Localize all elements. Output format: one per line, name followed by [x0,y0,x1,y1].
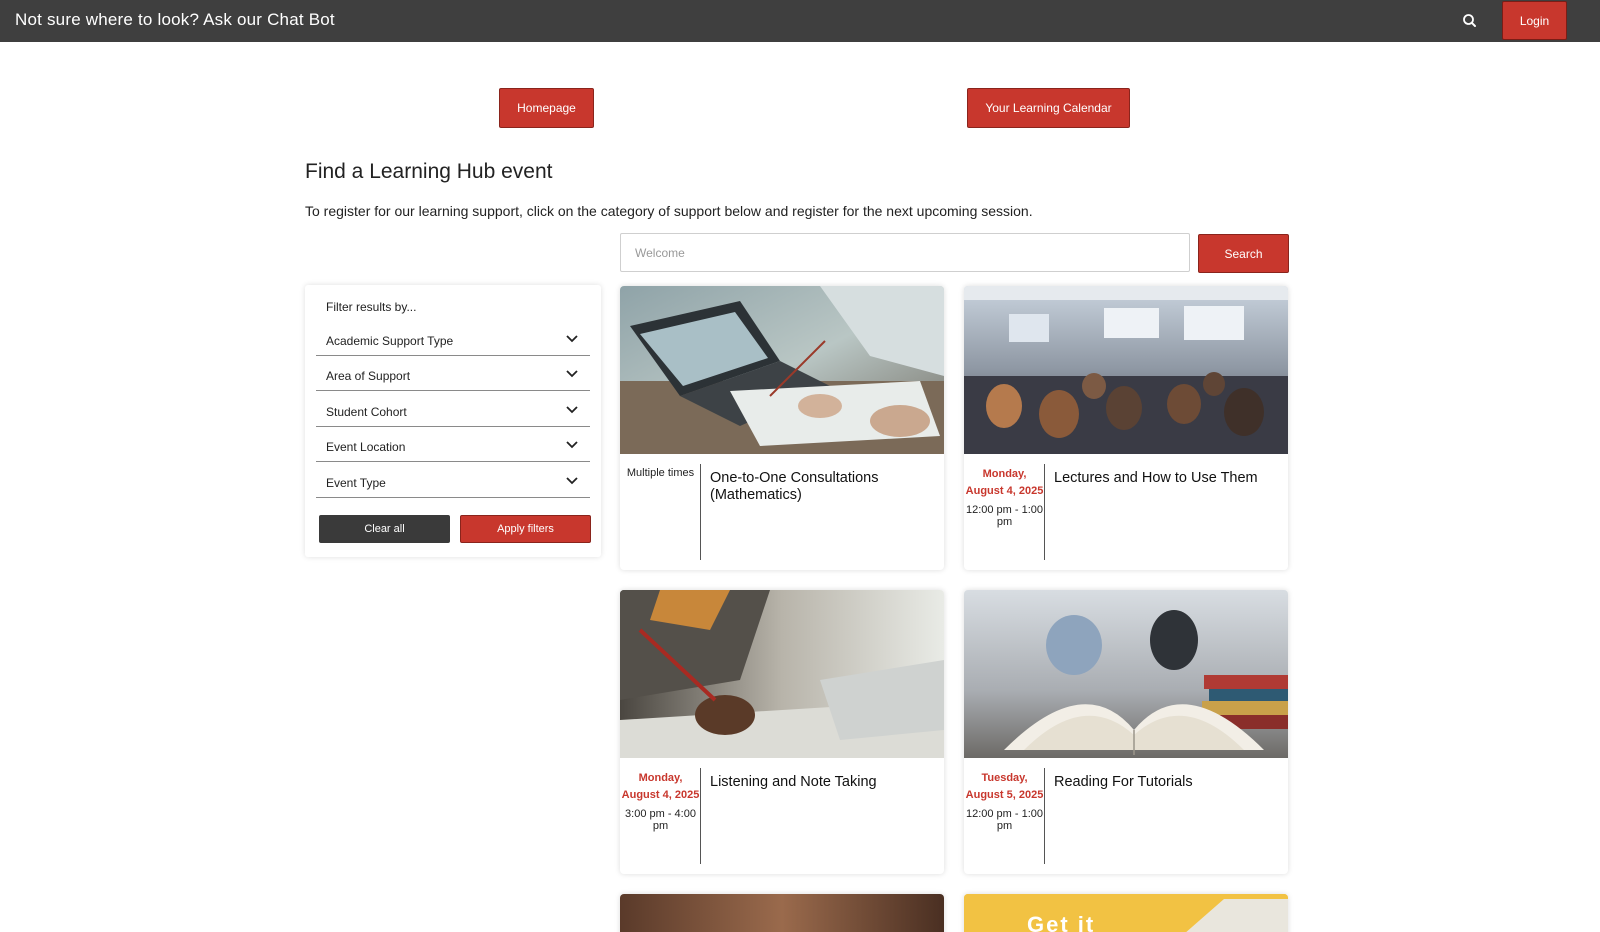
filter-label: Area of Support [326,369,411,383]
writing-notes-photo [620,590,944,758]
event-date-column: Monday, August 4, 2025 12:00 pm - 1:00 p… [964,464,1045,528]
filter-event-type[interactable]: Event Type [316,463,590,498]
filter-panel: Filter results by... Academic Support Ty… [305,285,601,557]
event-title[interactable]: Reading For Tutorials [1054,774,1279,791]
top-bar: Not sure where to look? Ask our Chat Bot… [0,0,1600,42]
event-card-partial[interactable] [620,894,944,932]
filter-area-of-support[interactable]: Area of Support [316,356,590,391]
event-title[interactable]: One-to-One Consultations (Mathematics) [710,470,935,504]
chevron-down-icon [566,406,578,414]
event-date: Tuesday, August 5, 2025 [965,772,1044,801]
divider [700,768,701,864]
event-date: Monday, August 4, 2025 [621,772,700,801]
chevron-down-icon [566,335,578,343]
clear-all-button[interactable]: Clear all [319,515,450,543]
event-time: 12:00 pm - 1:00 pm [965,504,1044,528]
filter-label: Student Cohort [326,405,407,419]
event-date-column: Multiple times [620,464,701,479]
event-time: 3:00 pm - 4:00 pm [625,808,696,832]
event-card[interactable]: Multiple times One-to-One Consultations … [620,286,944,570]
apply-filters-button[interactable]: Apply filters [460,515,591,543]
divider [1044,464,1045,560]
open-book-photo [964,590,1288,758]
filter-label: Event Location [326,440,406,454]
event-multiple-times: Multiple times [626,467,695,479]
search-button[interactable]: Search [1198,234,1289,273]
chatbot-link[interactable]: Not sure where to look? Ask our Chat Bot [15,10,335,30]
page-title: Find a Learning Hub event [305,160,553,183]
search-input[interactable] [620,233,1190,272]
event-card[interactable]: Monday, August 4, 2025 12:00 pm - 1:00 p… [964,286,1288,570]
filter-label: Event Type [326,476,386,490]
chevron-down-icon [566,477,578,485]
chevron-down-icon [566,441,578,449]
filter-label: Academic Support Type [326,334,454,348]
event-date: Monday, August 4, 2025 [965,468,1044,497]
divider [1044,768,1045,864]
lecture-hall-photo [964,286,1288,454]
filter-title: Filter results by... [326,300,417,314]
event-date-column: Tuesday, August 5, 2025 12:00 pm - 1:00 … [964,768,1045,832]
intro-text: To register for our learning support, cl… [305,203,1033,219]
event-card[interactable]: Monday, August 4, 2025 3:00 pm - 4:00 pm… [620,590,944,874]
event-photo-partial [620,894,944,932]
event-title[interactable]: Listening and Note Taking [710,774,935,791]
event-title[interactable]: Lectures and How to Use Them [1054,470,1279,487]
event-card-partial[interactable]: Get it [964,894,1288,932]
event-date-column: Monday, August 4, 2025 3:00 pm - 4:00 pm [620,768,701,832]
event-card[interactable]: Tuesday, August 5, 2025 12:00 pm - 1:00 … [964,590,1288,874]
event-banner-partial [964,894,1288,932]
filter-academic-support-type[interactable]: Academic Support Type [316,321,590,356]
homepage-button[interactable]: Homepage [499,88,594,128]
laptop-notes-photo [620,286,944,454]
login-button[interactable]: Login [1502,1,1567,40]
banner-text: Get it [1027,912,1096,932]
divider [700,464,701,560]
filter-event-location[interactable]: Event Location [316,427,590,462]
chevron-down-icon [566,370,578,378]
filter-student-cohort[interactable]: Student Cohort [316,392,590,427]
event-time: 12:00 pm - 1:00 pm [965,808,1044,832]
search-icon[interactable] [1460,11,1480,31]
learning-calendar-button[interactable]: Your Learning Calendar [967,88,1130,128]
